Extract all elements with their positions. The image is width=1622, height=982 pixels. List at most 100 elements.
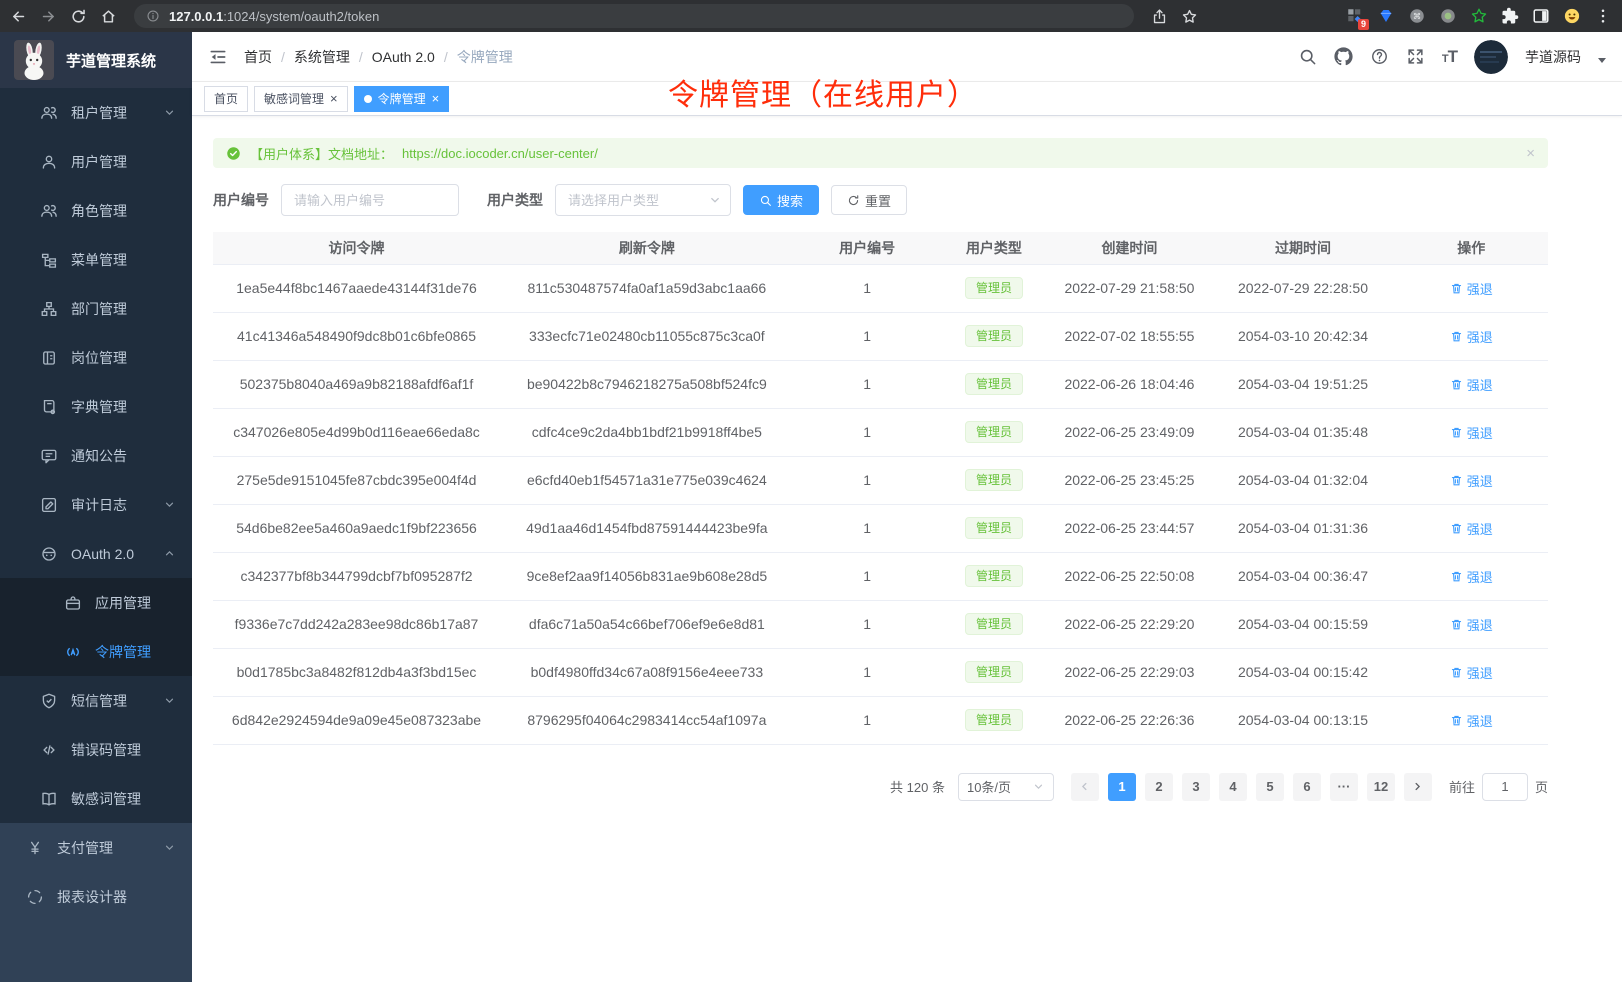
- tab-close-icon[interactable]: ×: [330, 92, 338, 105]
- user-id-cell: 1: [794, 360, 941, 408]
- share-icon[interactable]: [1151, 8, 1168, 25]
- tree-table-icon: [40, 251, 58, 269]
- sidebar-item-tenant[interactable]: 租户管理: [0, 88, 192, 137]
- green-star-extension-icon[interactable]: [1470, 7, 1488, 25]
- side-panel-icon[interactable]: [1532, 7, 1550, 25]
- sidebar-item-report-designer[interactable]: 报表设计器: [0, 872, 192, 921]
- bookmark-star-icon[interactable]: [1181, 8, 1198, 25]
- profile-avatar-icon[interactable]: [1563, 7, 1581, 25]
- refresh-token-cell: dfa6c71a50a54c66bef706ef9e6e8d81: [500, 600, 794, 648]
- sidebar-item-dept[interactable]: 部门管理: [0, 284, 192, 333]
- reset-button[interactable]: 重置: [831, 185, 907, 215]
- page-button-1[interactable]: 1: [1108, 773, 1136, 801]
- refresh-token-cell: 333ecfc71e02480cb11055c875c3ca0f: [500, 312, 794, 360]
- browser-menu-icon[interactable]: [1594, 7, 1612, 25]
- sidebar-fold-icon[interactable]: [208, 47, 228, 67]
- breadcrumb-home[interactable]: 首页: [244, 47, 272, 67]
- github-icon[interactable]: [1334, 47, 1353, 66]
- sidebar-item-notice[interactable]: 通知公告: [0, 431, 192, 480]
- sidebar-item-sms[interactable]: 短信管理: [0, 676, 192, 725]
- sidebar-item-role[interactable]: 角色管理: [0, 186, 192, 235]
- search-icon[interactable]: [1298, 47, 1317, 66]
- force-logout-button[interactable]: 强退: [1450, 375, 1493, 394]
- browser-back-icon[interactable]: [10, 8, 27, 25]
- doc-link[interactable]: https://doc.iocoder.cn/user-center/: [402, 146, 598, 161]
- page-button-4[interactable]: 4: [1219, 773, 1247, 801]
- actions-cell: 强退: [1394, 264, 1548, 312]
- force-logout-button[interactable]: 强退: [1450, 423, 1493, 442]
- extension-grid-icon[interactable]: 9: [1346, 7, 1364, 25]
- sidebar-item-dict[interactable]: 字典管理: [0, 382, 192, 431]
- next-page-button[interactable]: [1404, 773, 1432, 801]
- navbar-actions: TT 芋道源码: [1298, 40, 1606, 74]
- page-button-5[interactable]: 5: [1256, 773, 1284, 801]
- sidebar-item-oauth2-token[interactable]: 令牌管理: [0, 627, 192, 676]
- gem-extension-icon[interactable]: [1377, 7, 1395, 25]
- page-button-6[interactable]: 6: [1293, 773, 1321, 801]
- user-id-input[interactable]: [281, 184, 459, 216]
- force-logout-button[interactable]: 强退: [1450, 711, 1493, 730]
- page-button-3[interactable]: 3: [1182, 773, 1210, 801]
- tab-home[interactable]: 首页: [204, 86, 248, 112]
- sidebar-item-pay[interactable]: 支付管理: [0, 823, 192, 872]
- browser-forward-icon[interactable]: [40, 8, 57, 25]
- user-menu-caret-icon[interactable]: [1598, 58, 1606, 63]
- sidebar-item-user[interactable]: 用户管理: [0, 137, 192, 186]
- goto-page-input[interactable]: [1482, 773, 1528, 801]
- force-logout-button[interactable]: 强退: [1450, 471, 1493, 490]
- sidebar-item-sensitive-word[interactable]: 敏感词管理: [0, 774, 192, 823]
- help-icon[interactable]: [1370, 47, 1389, 66]
- fullscreen-icon[interactable]: [1406, 47, 1425, 66]
- page-button-12[interactable]: 12: [1367, 773, 1395, 801]
- record-extension-icon[interactable]: [1439, 7, 1457, 25]
- breadcrumb-separator: /: [444, 49, 448, 65]
- browser-home-icon[interactable]: [100, 8, 117, 25]
- force-logout-button[interactable]: 强退: [1450, 567, 1493, 586]
- sidebar-item-audit-log[interactable]: 审计日志: [0, 480, 192, 529]
- prev-page-button[interactable]: [1071, 773, 1099, 801]
- command-extension-icon[interactable]: [1408, 7, 1426, 25]
- user-type-select[interactable]: [555, 184, 731, 216]
- username[interactable]: 芋道源码: [1525, 47, 1581, 67]
- page-content: 【用户体系】文档地址： https://doc.iocoder.cn/user-…: [192, 116, 1622, 982]
- alert-close-icon[interactable]: ×: [1526, 146, 1535, 161]
- user-type-cell: 管理员: [941, 408, 1048, 456]
- force-logout-button[interactable]: 强退: [1450, 327, 1493, 346]
- page-ellipsis-button[interactable]: ···: [1330, 773, 1358, 801]
- force-logout-button[interactable]: 强退: [1450, 615, 1493, 634]
- user-avatar[interactable]: [1474, 40, 1508, 74]
- browser-reload-icon[interactable]: [70, 8, 87, 25]
- extensions-cluster: 9: [1346, 7, 1612, 25]
- sidebar-item-label: 应用管理: [95, 593, 151, 613]
- table-row: c347026e805e4d99b0d116eae66eda8c cdfc4ce…: [213, 408, 1548, 456]
- sidebar-item-label: OAuth 2.0: [71, 546, 134, 562]
- force-logout-button[interactable]: 强退: [1450, 279, 1493, 298]
- create-time-cell: 2022-06-25 22:50:08: [1047, 552, 1211, 600]
- alert-text: 【用户体系】文档地址：: [250, 144, 393, 163]
- col-create-time: 创建时间: [1047, 232, 1211, 264]
- sidebar-item-oauth2-app[interactable]: 应用管理: [0, 578, 192, 627]
- puzzle-extensions-icon[interactable]: [1501, 7, 1519, 25]
- force-logout-button[interactable]: 强退: [1450, 663, 1493, 682]
- site-info-icon[interactable]: [146, 9, 160, 23]
- force-logout-button[interactable]: 强退: [1450, 519, 1493, 538]
- actions-cell: 强退: [1394, 504, 1548, 552]
- address-bar[interactable]: 127.0.0.1:1024/system/oauth2/token: [134, 4, 1134, 28]
- font-size-icon[interactable]: TT: [1442, 47, 1457, 67]
- page-button-2[interactable]: 2: [1145, 773, 1173, 801]
- sidebar-item-post[interactable]: 岗位管理: [0, 333, 192, 382]
- breadcrumb-system[interactable]: 系统管理: [294, 47, 350, 67]
- tab-token[interactable]: 令牌管理 ×: [354, 86, 450, 112]
- sidebar-item-error-code[interactable]: 错误码管理: [0, 725, 192, 774]
- sidebar-item-oauth2[interactable]: OAuth 2.0: [0, 529, 192, 578]
- user-id-cell: 1: [794, 264, 941, 312]
- user-type-select-input[interactable]: [555, 184, 731, 216]
- search-button[interactable]: 搜索: [743, 185, 819, 215]
- breadcrumb-oauth2[interactable]: OAuth 2.0: [372, 49, 435, 65]
- tab-close-icon[interactable]: ×: [432, 92, 440, 105]
- app-logo[interactable]: 芋道管理系统: [0, 32, 192, 88]
- tab-sensitive-word[interactable]: 敏感词管理 ×: [254, 86, 348, 112]
- reset-button-label: 重置: [865, 191, 891, 210]
- sidebar-item-menu[interactable]: 菜单管理: [0, 235, 192, 284]
- page-size-select[interactable]: 10条/页: [958, 773, 1054, 801]
